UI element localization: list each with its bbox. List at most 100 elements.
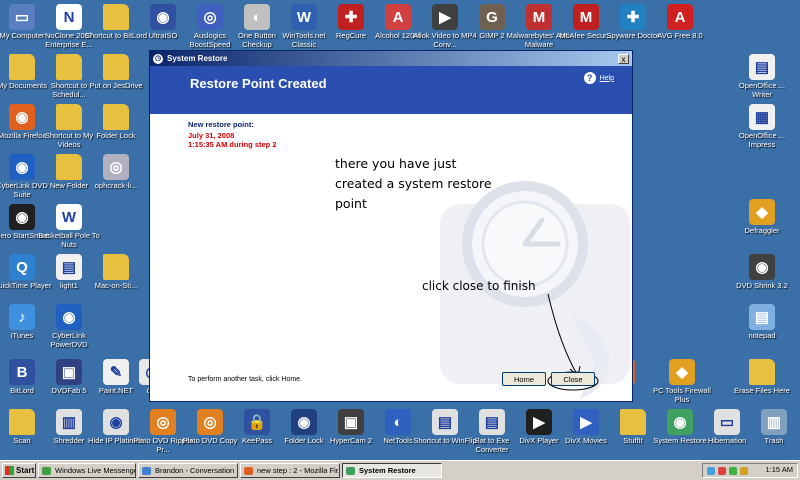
system-restore-window: ◷ System Restore x Restore Point Created… bbox=[149, 50, 633, 402]
task-firefox[interactable]: new step : 2 - Mozilla Fir... bbox=[240, 463, 340, 478]
malwarebytes-icon: M bbox=[526, 4, 552, 30]
tray-network-icon[interactable] bbox=[707, 467, 715, 475]
tray-messenger-icon[interactable] bbox=[729, 467, 737, 475]
help-icon: ? bbox=[583, 72, 596, 84]
desktop-icon[interactable]: Mac-on-Sti... bbox=[82, 252, 150, 290]
computer-icon: ▭ bbox=[9, 4, 35, 30]
desktop-icon-label: Mac-on-Sti... bbox=[94, 281, 138, 290]
instruction-text: To perform another task, click Home. bbox=[188, 376, 302, 383]
desktop-icon-label: Folder Lock bbox=[96, 131, 136, 140]
hideip-icon: ◉ bbox=[103, 409, 129, 435]
auslogics-icon: ◎ bbox=[197, 4, 223, 30]
desktop-icon[interactable]: Folder Lock bbox=[82, 102, 150, 140]
desktop-icon[interactable]: ▦ OpenOffice.... Impress bbox=[728, 102, 796, 149]
wintools-icon: W bbox=[291, 4, 317, 30]
nero-icon: ◉ bbox=[9, 204, 35, 230]
system-restore-icon: ◉ bbox=[667, 409, 693, 435]
keepass-icon: 🔒 bbox=[244, 409, 270, 435]
desktop-icon[interactable]: ◆ Defraggler bbox=[728, 197, 796, 235]
firefox-icon bbox=[244, 467, 253, 475]
firefox-icon: ◉ bbox=[9, 104, 35, 130]
windows-logo-icon bbox=[5, 466, 14, 475]
task-label: new step : 2 - Mozilla Fir... bbox=[257, 466, 340, 475]
desktop-icon[interactable]: ◉ DVD Shrink 3.2 bbox=[728, 252, 796, 290]
task-system-restore[interactable]: System Restore bbox=[342, 463, 442, 478]
desktop-icon-label: Defraggler bbox=[744, 226, 780, 235]
documents-icon bbox=[9, 54, 35, 80]
firewall-icon: ◆ bbox=[669, 359, 695, 385]
desktop-icon[interactable]: ▤ notepad bbox=[728, 302, 796, 340]
help-label: Help bbox=[599, 74, 614, 82]
quicktime-icon: Q bbox=[9, 254, 35, 280]
divx-icon: ▶ bbox=[526, 409, 552, 435]
hypercam-icon: ▣ bbox=[338, 409, 364, 435]
task-label: Brandon - Conversation bbox=[155, 466, 235, 475]
folder-icon bbox=[103, 254, 129, 280]
desktop-icon[interactable]: ◉ CyberLink PowerDVD bbox=[35, 302, 103, 349]
shortcut-icon bbox=[56, 54, 82, 80]
content-area: New restore point: July 31, 2008 1:15:35… bbox=[150, 114, 632, 401]
task-conversation[interactable]: Brandon - Conversation bbox=[138, 463, 238, 478]
shredder-icon: ▥ bbox=[56, 409, 82, 435]
desktop-icon[interactable]: A AVG Free 8.0 bbox=[646, 2, 714, 40]
plato-icon: ◎ bbox=[197, 409, 223, 435]
tray-volume-icon[interactable] bbox=[740, 467, 748, 475]
desktop-icon[interactable]: ▥ Trash bbox=[740, 407, 800, 445]
close-icon[interactable]: x bbox=[618, 53, 629, 64]
writer-icon: ▤ bbox=[749, 54, 775, 80]
title-bar[interactable]: ◷ System Restore x bbox=[150, 51, 632, 66]
help-link[interactable]: ? Help bbox=[583, 72, 614, 84]
checkup-icon: ◐ bbox=[244, 4, 270, 30]
mcafee-icon: M bbox=[573, 4, 599, 30]
conversation-icon bbox=[142, 467, 151, 475]
winflip-icon: ▤ bbox=[432, 409, 458, 435]
gimp-icon: G bbox=[479, 4, 505, 30]
desktop-icon-label: Trash bbox=[764, 436, 784, 445]
image-icon: ▤ bbox=[56, 254, 82, 280]
window-title: System Restore bbox=[167, 54, 228, 63]
desktop-icon[interactable]: Erase Files Here bbox=[728, 357, 796, 395]
start-label: Start bbox=[16, 465, 35, 475]
bitlord-icon: B bbox=[9, 359, 35, 385]
desktop-icon[interactable]: ◆ PC Tools Firewall Plus bbox=[648, 357, 716, 404]
desktop-icon-label: PC Tools Firewall Plus bbox=[653, 386, 711, 404]
noclone-icon: N bbox=[56, 4, 82, 30]
close-button[interactable]: Close bbox=[551, 372, 595, 386]
desktop-icon-label: ophcrack-li... bbox=[94, 181, 138, 190]
dvdshrink-icon: ◉ bbox=[749, 254, 775, 280]
tray-antivirus-icon[interactable] bbox=[718, 467, 726, 475]
system-restore-icon bbox=[346, 467, 355, 475]
ultraiso-icon: ◉ bbox=[150, 4, 176, 30]
desktop-icon[interactable]: W Basketball Pole To Nuts bbox=[35, 202, 103, 249]
clock: 1:15 AM bbox=[765, 465, 793, 474]
desktop-icon-label: Basketball Pole To Nuts bbox=[38, 231, 100, 249]
desktop-icon-label: AVG Free 8.0 bbox=[657, 31, 703, 40]
nettools-icon: ◐ bbox=[385, 409, 411, 435]
task-label: System Restore bbox=[359, 466, 416, 475]
taskbar: Start Windows Live Messenger Brandon - C… bbox=[0, 460, 800, 480]
desktop-icon-label: DVD Shrink 3.2 bbox=[736, 281, 788, 290]
header-banner: Restore Point Created ? Help bbox=[150, 66, 632, 114]
desktop-icon[interactable]: ◎ ophcrack-li... bbox=[82, 152, 150, 190]
desktop-icon[interactable]: Put on JesDrive bbox=[82, 52, 150, 90]
stuffit-icon bbox=[620, 409, 646, 435]
start-button[interactable]: Start bbox=[2, 463, 36, 478]
defraggler-icon: ◆ bbox=[749, 199, 775, 225]
desktop-icon-label: OpenOffice.... Impress bbox=[738, 131, 786, 149]
folder-icon bbox=[749, 359, 775, 385]
page-title: Restore Point Created bbox=[190, 76, 327, 91]
messenger-icon bbox=[42, 467, 51, 475]
desktop-icon[interactable]: ▤ OpenOffice.... Writer bbox=[728, 52, 796, 99]
task-messenger[interactable]: Windows Live Messenger bbox=[38, 463, 136, 478]
system-tray: 1:15 AM bbox=[702, 463, 798, 478]
dvdfab-icon: ▣ bbox=[56, 359, 82, 385]
divx-icon: ▶ bbox=[573, 409, 599, 435]
hibernation-icon: ▭ bbox=[714, 409, 740, 435]
regcure-icon: ✚ bbox=[338, 4, 364, 30]
folder-icon bbox=[103, 54, 129, 80]
home-button[interactable]: Home bbox=[502, 372, 546, 386]
allok-icon: ▶ bbox=[432, 4, 458, 30]
desktop-icon-label: notepad bbox=[748, 331, 776, 340]
task-label: Windows Live Messenger bbox=[55, 466, 136, 475]
alcohol-icon: A bbox=[385, 4, 411, 30]
